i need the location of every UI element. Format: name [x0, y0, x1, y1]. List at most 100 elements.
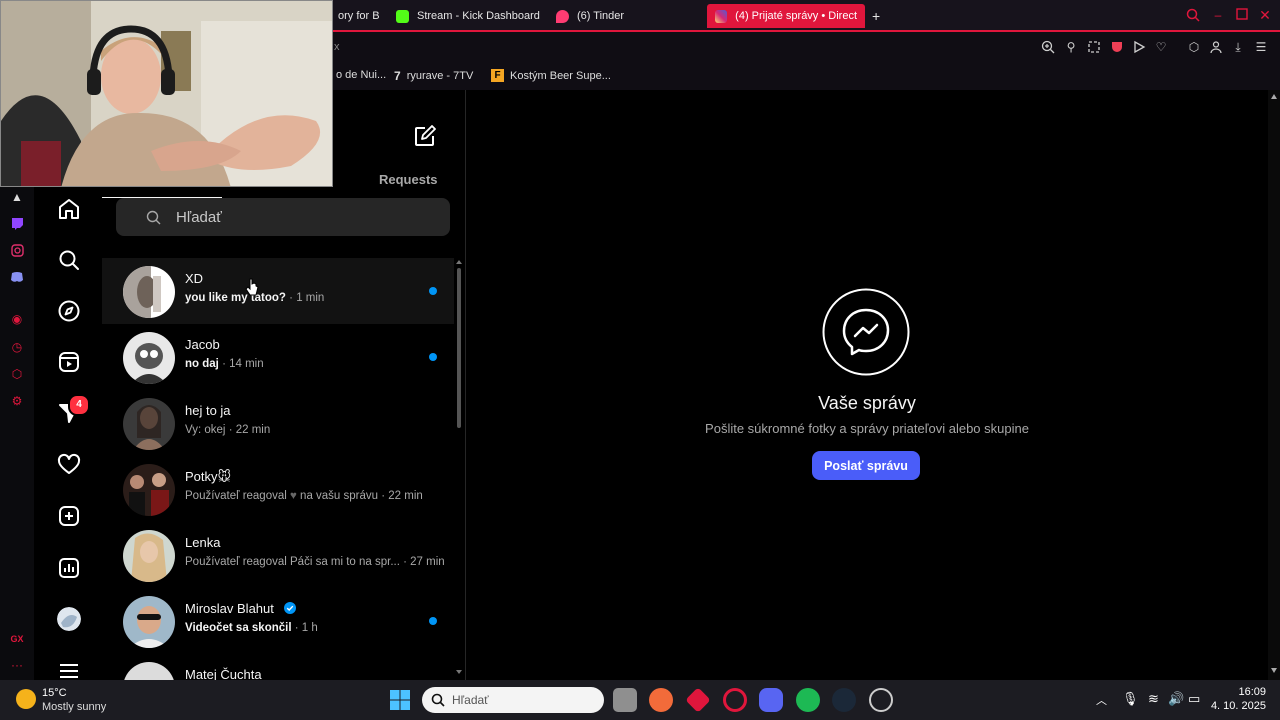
tab-story[interactable]: ory for B	[330, 4, 388, 28]
weather-temp[interactable]: 15°C	[42, 687, 67, 699]
taskbar-date[interactable]: 4. 10. 2025	[1206, 700, 1266, 712]
wifi-icon[interactable]: ≋	[1148, 691, 1159, 707]
reels-icon[interactable]	[57, 350, 81, 374]
player-icon[interactable]	[1132, 40, 1146, 54]
new-message-icon[interactable]	[413, 124, 437, 148]
conversation-xd[interactable]: XD you like my tatoo? · 1 min	[102, 258, 454, 324]
empty-state-title: Vaše správy	[818, 393, 916, 413]
requests-tab[interactable]: Requests	[379, 172, 438, 187]
pin-icon[interactable]: ⚲	[1064, 40, 1078, 54]
message-preview: Používateľ reagoval Páči sa mi to na spr…	[185, 556, 400, 568]
search-input-icon	[146, 210, 161, 230]
inbox-search	[116, 198, 450, 236]
dashboard-icon[interactable]	[57, 556, 81, 580]
verified-badge-icon	[283, 602, 296, 614]
avatar	[123, 266, 175, 318]
conversation-lenka[interactable]: Lenka Používateľ reagoval Páči sa mi to …	[102, 522, 454, 588]
message-preview: Videočet sa skončil	[185, 622, 292, 634]
windows-start-icon[interactable]	[389, 689, 411, 711]
conversation-matej-cuchta[interactable]: Matej Čuchta	[102, 654, 454, 680]
pocket-icon[interactable]	[1110, 40, 1124, 54]
steam-taskbar-icon[interactable]	[832, 688, 856, 712]
avatar	[123, 398, 175, 450]
more-icon[interactable]: ···	[10, 658, 24, 672]
gx-label[interactable]: GX	[10, 632, 24, 646]
taskbar-search[interactable]: Hľadať	[422, 687, 604, 713]
send-message-button[interactable]: Poslať správu	[812, 451, 920, 480]
taskbar-time[interactable]: 16:09	[1214, 686, 1266, 698]
weather-sun-icon[interactable]	[16, 689, 36, 709]
search-input[interactable]	[174, 207, 428, 227]
heart-bookmark-icon[interactable]: ♡	[1154, 40, 1168, 54]
explore-icon[interactable]	[57, 299, 81, 323]
webcam-feed	[1, 1, 332, 186]
weather-desc[interactable]: Mostly sunny	[42, 701, 106, 713]
conversation-miroslav-blahut[interactable]: Miroslav Blahut Videočet sa skončil · 1 …	[102, 588, 454, 654]
player-sidebar-icon[interactable]: ◉	[10, 312, 24, 326]
bookmark-1[interactable]: o de Nui...	[336, 69, 386, 81]
twitch-icon[interactable]	[10, 217, 24, 231]
kick-icon	[396, 9, 409, 23]
zoom-icon[interactable]	[1041, 40, 1055, 54]
download-icon[interactable]: ⤓	[1231, 40, 1245, 54]
taskbar-search-placeholder: Hľadať	[452, 693, 489, 707]
avatar	[123, 662, 175, 680]
notifications-icon[interactable]	[57, 453, 81, 477]
tab-tinder[interactable]: (6) Tinder	[548, 4, 632, 28]
message-time: · 22 min	[381, 490, 423, 502]
tab-instagram-direct[interactable]: (4) Prijaté správy • Direct	[707, 4, 865, 28]
app-orange-icon[interactable]	[649, 688, 673, 712]
instagram-sidebar-icon[interactable]	[10, 244, 24, 258]
extensions-icon[interactable]: ⬡	[1187, 40, 1201, 54]
bookmark-7tv[interactable]: 7 ryurave - 7TV	[394, 69, 473, 83]
search-tabs-icon[interactable]	[1186, 8, 1200, 22]
snapshot-icon[interactable]	[1087, 40, 1101, 54]
page-scrollbar[interactable]	[1268, 90, 1280, 680]
f-icon: F	[491, 69, 504, 82]
easy-setup-icon[interactable]: ☰	[1254, 40, 1268, 54]
app-red-diamond-icon[interactable]	[685, 687, 711, 713]
discord-sidebar-icon[interactable]	[10, 271, 24, 285]
discord-taskbar-icon[interactable]	[759, 688, 783, 712]
maximize-icon[interactable]	[1235, 8, 1249, 22]
minimize-icon[interactable]: –	[1211, 8, 1225, 22]
conversation-potky[interactable]: Potky🐭 Používateľ reagoval ♥ na vašu spr…	[102, 456, 454, 522]
opera-gx-taskbar-icon[interactable]	[723, 688, 747, 712]
extensions-sidebar-icon[interactable]: ⬡	[10, 367, 24, 381]
profile-avatar[interactable]	[57, 607, 81, 631]
message-time: · 22 min	[228, 424, 271, 436]
profile-icon[interactable]	[1209, 40, 1223, 54]
message-time: · 27 min	[403, 556, 445, 568]
settings-icon[interactable]: ⚙	[10, 394, 24, 408]
create-icon[interactable]	[57, 504, 81, 528]
history-icon[interactable]: ◷	[10, 340, 24, 354]
messages-badge: 4	[68, 394, 90, 416]
new-tab-button[interactable]: +	[864, 4, 888, 28]
unread-dot	[429, 353, 437, 361]
conversation-jacob[interactable]: Jacob no daj · 14 min	[102, 324, 454, 390]
aria-icon[interactable]: ▲	[10, 190, 24, 204]
inbox-scrollbar[interactable]	[455, 258, 463, 676]
tab-kick-dashboard[interactable]: Stream - Kick Dashboard	[388, 4, 548, 28]
battery-icon[interactable]: ▭	[1188, 691, 1200, 707]
unread-dot	[429, 617, 437, 625]
message-preview: you like my tatoo?	[185, 292, 286, 304]
tray-chevron-icon[interactable]: ︿	[1096, 692, 1107, 708]
address-url[interactable]: x	[334, 41, 340, 53]
avatar	[123, 464, 175, 516]
task-view-icon[interactable]	[613, 688, 637, 712]
home-icon[interactable]	[57, 197, 81, 221]
unread-dot	[429, 287, 437, 295]
tinder-icon	[556, 9, 569, 23]
messages-icon[interactable]: 4	[57, 394, 90, 425]
bookmark-kostym[interactable]: F Kostým Beer Supe...	[491, 69, 611, 82]
microphone-icon[interactable]: 🎙	[1122, 691, 1139, 707]
message-preview: Vy: okej	[185, 424, 226, 436]
message-time: · 14 min	[222, 358, 264, 370]
close-window-icon[interactable]: ✕	[1258, 8, 1272, 22]
conversation-hej-to-ja[interactable]: hej to ja Vy: okej · 22 min	[102, 390, 454, 456]
volume-icon[interactable]: 🔊	[1168, 691, 1184, 707]
app-circle-icon[interactable]	[869, 688, 893, 712]
spotify-taskbar-icon[interactable]	[796, 688, 820, 712]
search-icon[interactable]	[57, 248, 81, 272]
